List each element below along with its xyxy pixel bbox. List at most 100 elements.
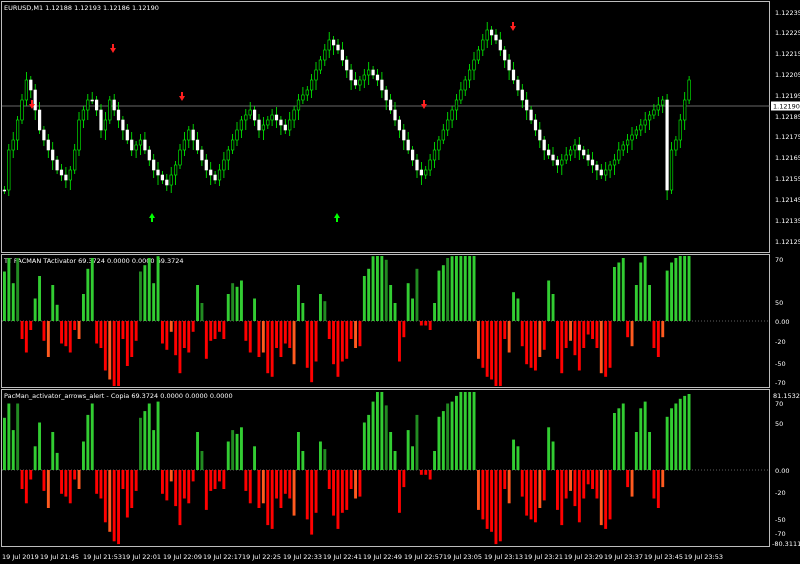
histogram-bar [406, 430, 410, 470]
ind1-tick: -70 [775, 379, 786, 387]
histogram-bar [512, 439, 515, 470]
time-label: 19 Jul 23:21 [524, 553, 563, 561]
candle-bull [621, 144, 625, 151]
candle-bear [59, 169, 64, 176]
candle-bull [674, 139, 678, 151]
histogram-bar [55, 452, 59, 470]
candle-bear [349, 69, 353, 81]
candle-bull [73, 149, 77, 171]
price-tick: 1.12215 [775, 50, 800, 58]
histogram-bar [266, 470, 270, 526]
histogram-bar [577, 470, 581, 523]
candle-bull [617, 149, 621, 161]
candle-bear [55, 159, 59, 171]
candle-bull [222, 159, 226, 171]
time-label: 19 Jul 2019 [2, 553, 39, 561]
histogram-bar [648, 285, 651, 321]
histogram-bar [463, 256, 467, 321]
histogram-bar [345, 470, 349, 510]
candle-bull [103, 119, 107, 131]
histogram-bar [520, 321, 524, 347]
histogram-bar [244, 321, 248, 341]
candle-bear [577, 144, 581, 151]
candle-bear [489, 29, 494, 36]
histogram-bar [200, 451, 204, 470]
histogram-bar [7, 258, 11, 321]
candle-bear [542, 139, 546, 151]
candle-bear [380, 79, 384, 91]
histogram-bar [213, 321, 217, 339]
histogram-bar [253, 298, 256, 321]
histogram-bar [551, 294, 555, 321]
histogram-bar [384, 259, 388, 321]
histogram-bar [424, 470, 428, 475]
candle-bull [683, 99, 687, 121]
candle-bull [217, 169, 222, 181]
histogram-bar [46, 470, 50, 508]
candle-bull [441, 129, 445, 141]
candle-bear [46, 139, 50, 151]
candle-bull [560, 159, 564, 166]
histogram-bar [174, 321, 178, 356]
histogram-bar [507, 470, 511, 504]
candle-bear [538, 129, 542, 141]
histogram-bar [534, 470, 537, 523]
histogram-bar [604, 321, 608, 377]
histogram-bar [463, 392, 467, 470]
histogram-bar [55, 304, 59, 321]
histogram-bar [481, 470, 485, 520]
chart-canvas[interactable]: EURUSD,M1 1.12188 1.12193 1.12186 1.1219… [0, 0, 800, 564]
candle-bull [305, 89, 309, 96]
histogram-bar [573, 321, 577, 356]
candle-bear [130, 139, 134, 151]
candle-bear [279, 119, 283, 126]
candle-bear [274, 114, 279, 121]
price-tick: 1.12125 [775, 238, 800, 246]
candle-bull [428, 159, 432, 171]
histogram-bar [310, 470, 314, 535]
candle-bull [20, 99, 24, 121]
candle-bear [283, 124, 287, 131]
candle-bull [568, 149, 573, 156]
histogram-bar [538, 470, 542, 508]
histogram-bar [683, 395, 687, 470]
histogram-bar [354, 321, 357, 348]
candle-bear [402, 129, 406, 141]
histogram-bar [384, 405, 388, 470]
histogram-bar [103, 321, 107, 371]
histogram-bar [437, 416, 441, 470]
histogram-bar [564, 321, 568, 348]
indicator-1-axis: 70 50 0.00 -20 -50 -70 [775, 256, 789, 387]
ind2-tick: 81.1532 [773, 392, 800, 400]
histogram-bar [33, 298, 37, 321]
histogram-bar [406, 283, 410, 321]
histogram-bar [82, 294, 85, 321]
histogram-bar [288, 321, 292, 348]
candle-bull [288, 119, 292, 131]
histogram-bar [3, 271, 6, 321]
histogram-bar [3, 417, 6, 471]
candle-bear [665, 99, 669, 191]
candle-bull [15, 119, 20, 141]
ind2-tick: 50 [775, 420, 783, 428]
histogram-bar [599, 470, 603, 526]
ind2-tick: -80.3111 [772, 540, 800, 548]
histogram-bar [648, 432, 651, 470]
candle-bull [226, 149, 230, 161]
candle-bear [494, 34, 498, 41]
histogram-bar [270, 470, 274, 529]
trading-terminal-chart[interactable]: EURUSD,M1 1.12188 1.12193 1.12186 1.1219… [0, 0, 800, 564]
candle-bull [454, 99, 459, 111]
histogram-bar [261, 321, 265, 353]
candle-bear [160, 174, 165, 181]
candle-bull [108, 99, 112, 121]
histogram-bar [433, 303, 436, 321]
histogram-bar [683, 256, 687, 321]
histogram-bar [639, 262, 643, 321]
histogram-bar [687, 256, 691, 321]
candle-bear [388, 99, 393, 111]
histogram-bar [560, 470, 564, 526]
histogram-bar [450, 401, 454, 470]
candle-bear [116, 109, 121, 121]
candle-bear [191, 129, 195, 141]
